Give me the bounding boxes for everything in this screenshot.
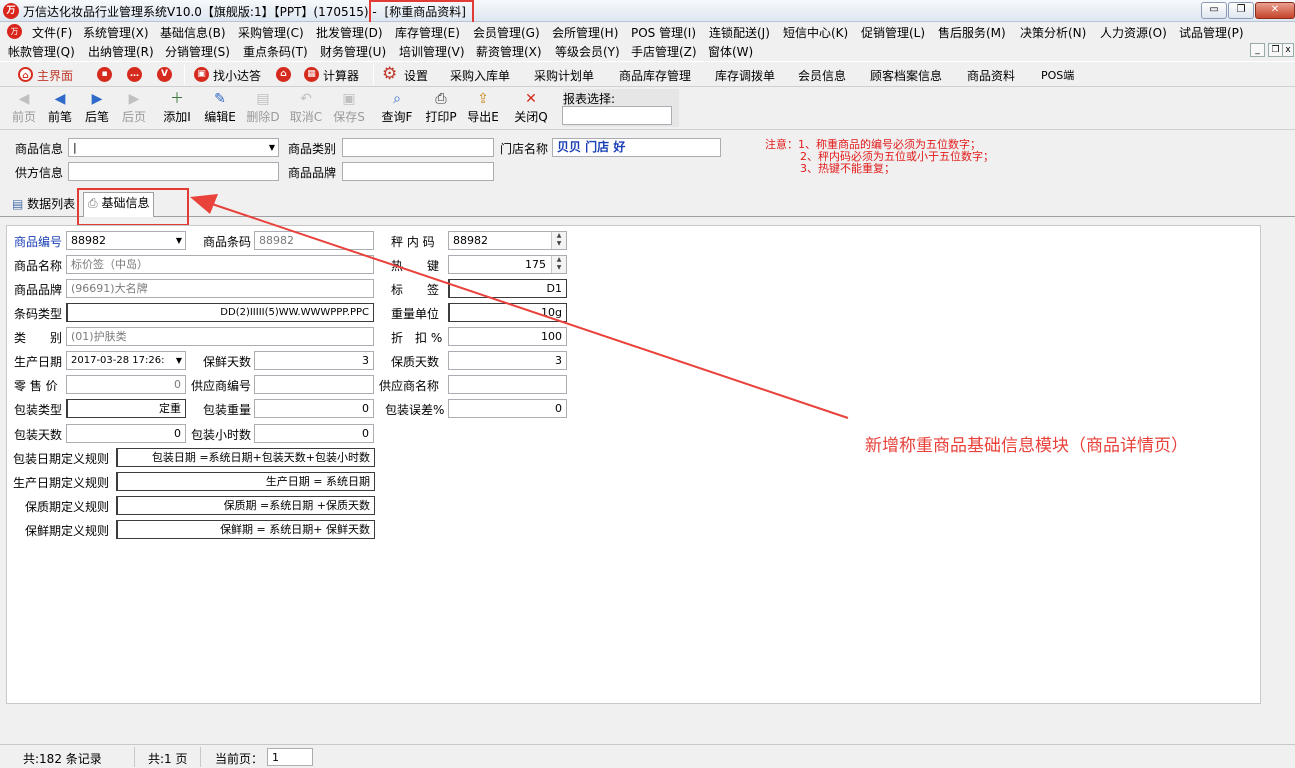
status-bar: 共:182 条记录 共:1 页 当前页： 1 [0,744,1295,768]
current-page-input[interactable]: 1 [267,748,313,766]
status-divider [200,747,201,767]
page-count: 共:1 页 [148,752,188,766]
current-page-label: 当前页： [215,752,264,766]
annotation-arrow [190,194,849,419]
annotation-callout: 新增称重商品基础信息模块（商品详情页） [865,436,1188,456]
record-count: 共:182 条记录 [23,752,102,766]
status-divider [134,747,135,767]
arrow-head [190,194,218,214]
arrow-line [211,203,849,419]
